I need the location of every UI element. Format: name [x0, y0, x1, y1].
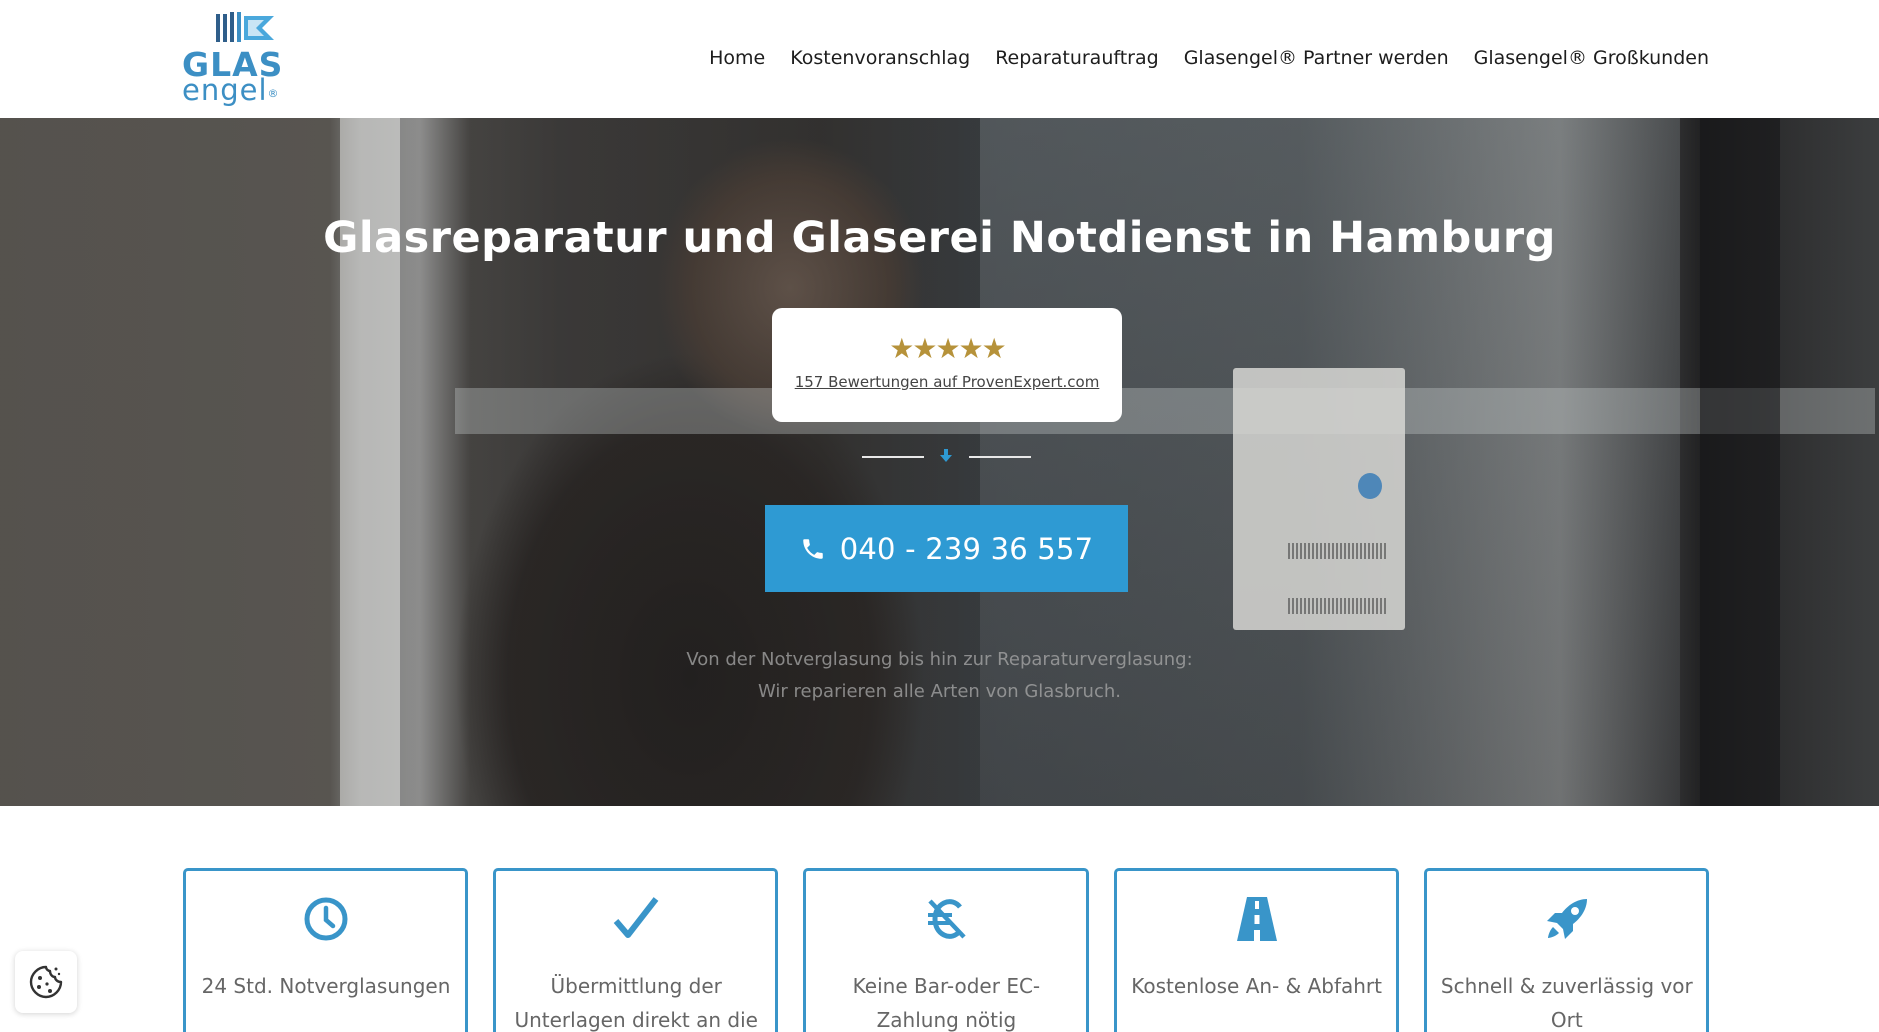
hero-bg-sticker-dot — [1358, 473, 1382, 499]
hero-bg-barcode — [1288, 598, 1388, 614]
main-nav: Home Kostenvoranschlag Reparaturauftrag … — [709, 46, 1709, 70]
feature-text: 24 Std. Notverglasungen — [201, 974, 451, 998]
nav-item-reparaturauftrag[interactable]: Reparaturauftrag — [995, 46, 1159, 70]
call-phone-button[interactable]: 040 - 239 36 557 — [765, 505, 1128, 592]
provenexpert-rating-card[interactable]: ★★★★★ 157 Bewertungen auf ProvenExpert.c… — [772, 308, 1122, 422]
rocket-icon — [1546, 899, 1587, 939]
features-row: 24 Std. Notverglasungen Übermittlung der… — [183, 868, 1710, 1032]
nav-item-home[interactable]: Home — [709, 46, 765, 70]
clock-icon — [304, 897, 348, 941]
glasengel-logo[interactable]: GLAS engel® — [182, 10, 302, 107]
phone-number-label: 040 - 239 36 557 — [839, 531, 1094, 566]
arrow-down-icon — [940, 449, 952, 462]
feature-text: Übermittlung der Unterlagen direkt an di… — [514, 974, 758, 1032]
divider-line-right — [969, 456, 1031, 458]
feature-text: Kostenlose An- & Abfahrt — [1131, 974, 1382, 998]
hero-bg-sticker — [1233, 368, 1405, 630]
feature-card: Schnell & zuverlässig vor Ort — [1423, 868, 1710, 1032]
hero-subtitle: Von der Notverglasung bis hin zur Repara… — [0, 644, 1879, 708]
feature-text: Schnell & zuverlässig vor Ort — [1440, 974, 1693, 1032]
feature-card: 24 Std. Notverglasungen — [183, 868, 469, 1032]
hero-subtitle-line-1: Von der Notverglasung bis hin zur Repara… — [686, 649, 1193, 670]
nav-item-partner-werden[interactable]: Glasengel® Partner werden — [1184, 46, 1449, 70]
feature-card: Übermittlung der Unterlagen direkt an di… — [493, 868, 779, 1032]
feature-card: Keine Bar-oder EC-Zahlung nötig — [803, 868, 1089, 1032]
hero-bg-window-rail — [455, 388, 1875, 434]
rating-stars: ★★★★★ — [889, 332, 1007, 365]
hero-bg-barcode — [1288, 543, 1388, 559]
feature-card: Kostenlose An- & Abfahrt — [1113, 868, 1399, 1032]
glasengel-logo-mark-icon — [216, 12, 274, 42]
divider-line-left — [862, 456, 924, 458]
hero-section: Glasreparatur und Glaserei Notdienst in … — [0, 118, 1879, 806]
cookie-settings-button[interactable] — [15, 951, 77, 1013]
logo-word-engel: engel® — [182, 73, 280, 107]
nav-item-kostenvoranschlag[interactable]: Kostenvoranschlag — [790, 46, 970, 70]
hero-subtitle-line-2: Wir reparieren alle Arten von Glasbruch. — [758, 681, 1121, 702]
road-icon — [1236, 897, 1277, 941]
cookie-icon — [29, 965, 63, 999]
site-header: GLAS engel® Home Kostenvoranschlag Repar… — [0, 0, 1879, 118]
rating-link[interactable]: 157 Bewertungen auf ProvenExpert.com — [772, 372, 1122, 392]
feature-text: Keine Bar-oder EC-Zahlung nötig — [852, 974, 1041, 1032]
checkmark-icon — [613, 897, 659, 938]
nav-item-grosskunden[interactable]: Glasengel® Großkunden — [1474, 46, 1709, 70]
phone-icon — [803, 538, 823, 559]
no-euro-icon — [928, 899, 967, 939]
hero-title: Glasreparatur und Glaserei Notdienst in … — [323, 213, 1556, 263]
